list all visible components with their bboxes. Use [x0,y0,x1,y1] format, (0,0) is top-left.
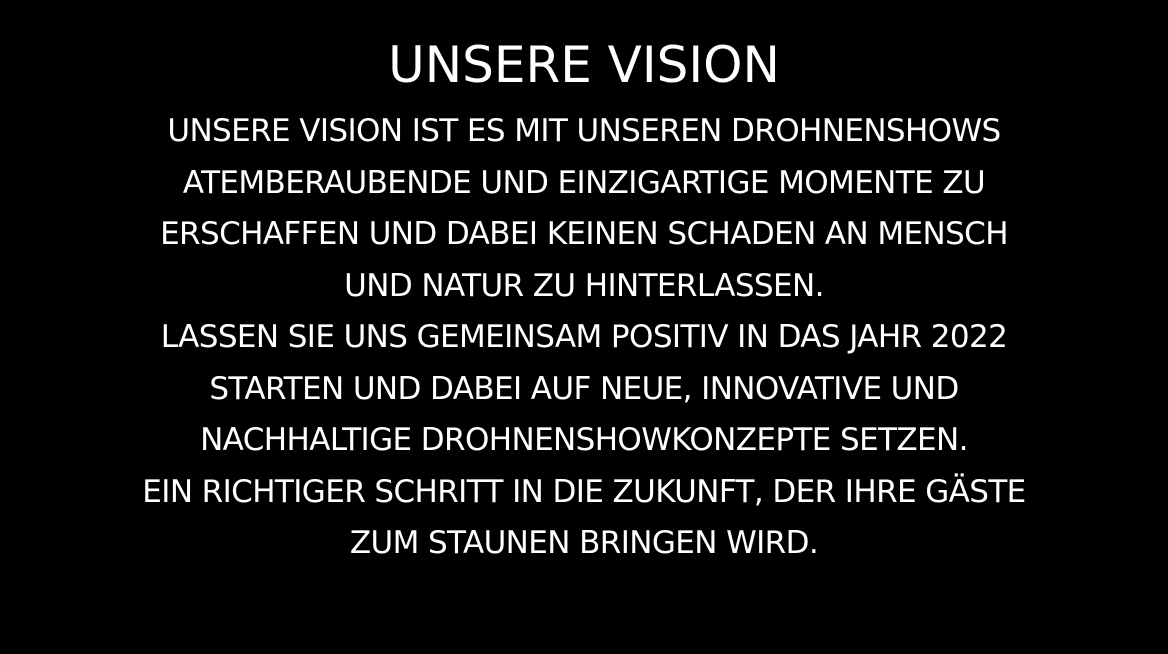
text-line: NACHHALTIGE DROHNENSHOWKONZEPTE SETZEN. [200,422,968,458]
slide-title: UNSERE VISION [388,36,780,94]
text-line: LASSEN SIE UNS GEMEINSAM POSITIV IN DAS … [160,319,1008,355]
vision-slide: UNSERE VISION UNSERE VISION IST ES MIT U… [0,0,1168,654]
text-line: ATEMBERAUBENDE UND EINZIGARTIGE MOMENTE … [182,164,986,201]
text-line: STARTEN UND DABEI AUF NEUE, INNOVATIVE U… [209,370,959,407]
text-line: ERSCHAFFEN UND DABEI KEINEN SCHADEN AN M… [160,216,1008,252]
text-line: EIN RICHTIGER SCHRITT IN DIE ZUKUNFT, DE… [142,473,1026,510]
text-line: ZUM STAUNEN BRINGEN WIRD. [349,525,819,561]
text-line: UND NATUR ZU HINTERLASSEN. [344,267,824,304]
text-line: UNSERE VISION IST ES MIT UNSEREN DROHNEN… [167,113,1001,149]
vision-text: UNSERE VISION IST ES MIT UNSEREN DROHNEN… [0,106,1168,570]
